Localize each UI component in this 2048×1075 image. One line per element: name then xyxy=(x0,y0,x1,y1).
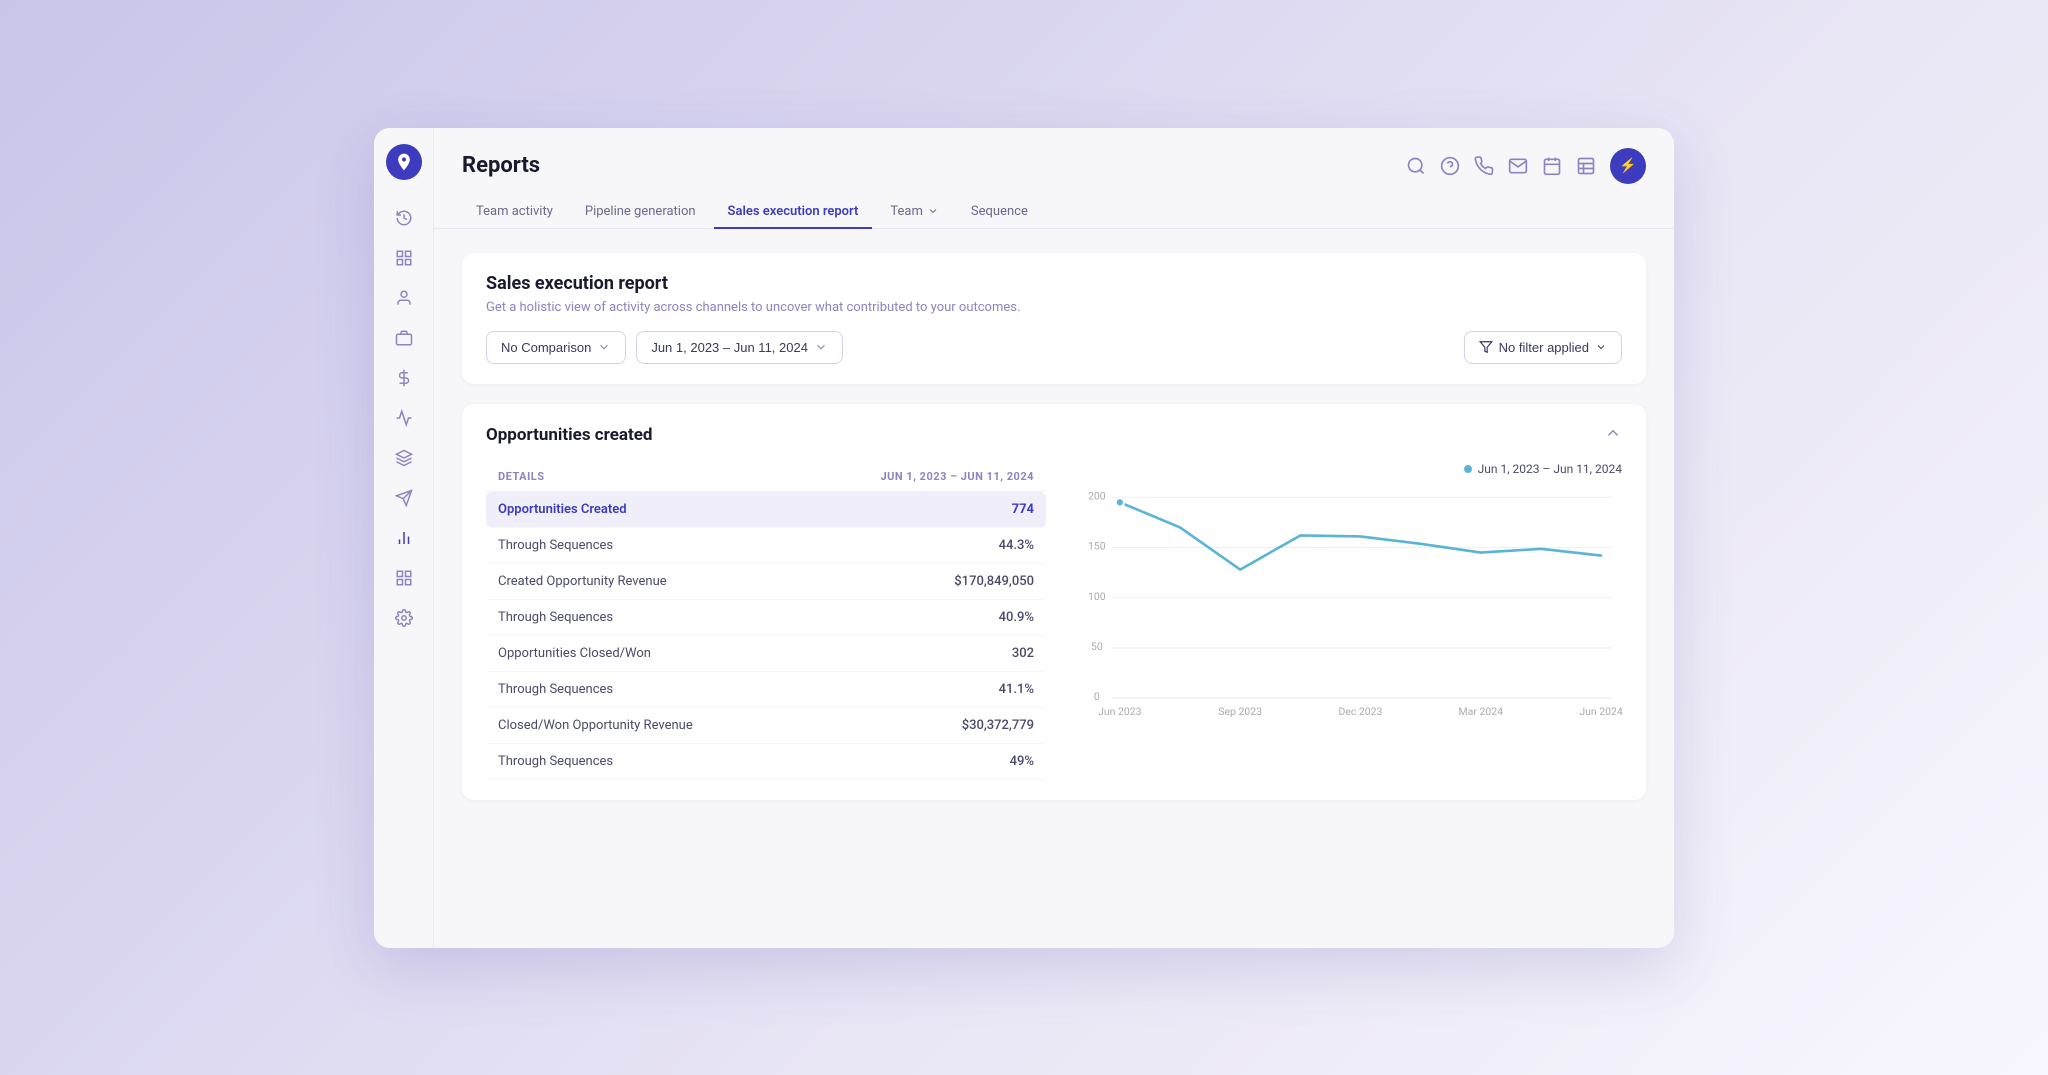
section-body: DETAILS Jun 1, 2023 – Jun 11, 2024 Oppor… xyxy=(486,462,1622,780)
filter-icon xyxy=(1479,340,1493,354)
col-details-label: DETAILS xyxy=(498,470,545,483)
sidebar-item-chart-line[interactable] xyxy=(386,400,422,436)
date-filter-button[interactable]: Jun 1, 2023 – Jun 11, 2024 xyxy=(636,331,843,364)
svg-text:Mar 2024: Mar 2024 xyxy=(1459,704,1504,717)
row-label: Through Sequences xyxy=(498,754,613,769)
row-value: 49% xyxy=(1010,754,1034,769)
legend-label: Jun 1, 2023 – Jun 11, 2024 xyxy=(1478,462,1622,476)
svg-text:200: 200 xyxy=(1088,489,1106,502)
table-row: Opportunities Closed/Won 302 xyxy=(486,636,1046,672)
row-label: Opportunities Created xyxy=(498,502,627,517)
row-value: 44.3% xyxy=(999,538,1034,553)
comparison-filter-button[interactable]: No Comparison xyxy=(486,331,626,364)
main-content: Reports ⚡ xyxy=(434,128,1674,948)
opportunities-title: Opportunities created xyxy=(486,425,652,445)
sidebar-item-briefcase[interactable] xyxy=(386,320,422,356)
row-value: 774 xyxy=(1012,502,1034,517)
sidebar-item-layers[interactable] xyxy=(386,440,422,476)
row-label: Through Sequences xyxy=(498,610,613,625)
table-row: Closed/Won Opportunity Revenue $30,372,7… xyxy=(486,708,1046,744)
chevron-down-icon xyxy=(814,340,828,354)
svg-text:Sep 2023: Sep 2023 xyxy=(1218,704,1262,717)
col-date-label: Jun 1, 2023 – Jun 11, 2024 xyxy=(881,470,1035,483)
calendar-icon[interactable] xyxy=(1542,156,1562,176)
row-label: Opportunities Closed/Won xyxy=(498,646,651,661)
table-header: DETAILS Jun 1, 2023 – Jun 11, 2024 xyxy=(486,462,1046,492)
tab-bar: Team activity Pipeline generation Sales … xyxy=(434,184,1674,229)
date-filter-label: Jun 1, 2023 – Jun 11, 2024 xyxy=(651,340,808,355)
sidebar xyxy=(374,128,434,948)
app-logo[interactable] xyxy=(386,144,422,180)
svg-text:50: 50 xyxy=(1091,640,1103,653)
row-value: $170,849,050 xyxy=(954,574,1034,589)
section-header: Opportunities created xyxy=(486,424,1622,446)
row-value: $30,372,779 xyxy=(962,718,1034,733)
chart-legend: Jun 1, 2023 – Jun 11, 2024 xyxy=(1078,462,1622,476)
legend-dot xyxy=(1464,465,1472,473)
svg-text:100: 100 xyxy=(1088,589,1106,602)
applied-filter-button[interactable]: No filter applied xyxy=(1464,331,1622,364)
report-card-title: Sales execution report xyxy=(486,273,1622,294)
opportunities-section: Opportunities created DETAILS Jun 1, 202… xyxy=(462,404,1646,800)
svg-text:Jun 2023: Jun 2023 xyxy=(1098,704,1142,717)
chart-container: 200 150 100 50 0 xyxy=(1078,484,1622,724)
row-value: 40.9% xyxy=(999,610,1034,625)
page-title: Reports xyxy=(462,153,540,178)
table-row: Through Sequences 44.3% xyxy=(486,528,1046,564)
svg-text:Jun 2024: Jun 2024 xyxy=(1579,704,1623,717)
row-value: 41.1% xyxy=(999,682,1034,697)
svg-text:Dec 2023: Dec 2023 xyxy=(1338,704,1382,717)
report-header-card: Sales execution report Get a holistic vi… xyxy=(462,253,1646,384)
sidebar-item-bar-chart[interactable] xyxy=(386,520,422,556)
table-row: Through Sequences 49% xyxy=(486,744,1046,780)
comparison-filter-label: No Comparison xyxy=(501,340,591,355)
collapse-button[interactable] xyxy=(1604,424,1622,446)
filter-left-group: No Comparison Jun 1, 2023 – Jun 11, 2024 xyxy=(486,331,843,364)
chevron-down-icon xyxy=(927,205,939,217)
tab-team-activity[interactable]: Team activity xyxy=(462,196,567,229)
sidebar-item-history[interactable] xyxy=(386,200,422,236)
table-row[interactable]: Opportunities Created 774 xyxy=(486,492,1046,528)
sidebar-item-send[interactable] xyxy=(386,480,422,516)
content-area: Sales execution report Get a holistic vi… xyxy=(434,229,1674,948)
chevron-down-icon xyxy=(597,340,611,354)
row-value: 302 xyxy=(1012,646,1034,661)
svg-text:150: 150 xyxy=(1088,539,1106,552)
opportunities-table: DETAILS Jun 1, 2023 – Jun 11, 2024 Oppor… xyxy=(486,462,1046,780)
tab-sequence[interactable]: Sequence xyxy=(957,196,1042,229)
table-icon[interactable] xyxy=(1576,156,1596,176)
mail-icon[interactable] xyxy=(1508,156,1528,176)
filter-row: No Comparison Jun 1, 2023 – Jun 11, 2024… xyxy=(486,331,1622,364)
tab-pipeline-generation[interactable]: Pipeline generation xyxy=(571,196,710,229)
row-label: Closed/Won Opportunity Revenue xyxy=(498,718,693,733)
search-icon[interactable] xyxy=(1406,156,1426,176)
table-row: Created Opportunity Revenue $170,849,050 xyxy=(486,564,1046,600)
row-label: Through Sequences xyxy=(498,682,613,697)
user-avatar[interactable]: ⚡ xyxy=(1610,148,1646,184)
row-label: Through Sequences xyxy=(498,538,613,553)
phone-icon[interactable] xyxy=(1474,156,1494,176)
svg-text:0: 0 xyxy=(1094,690,1100,703)
table-row: Through Sequences 40.9% xyxy=(486,600,1046,636)
header: Reports ⚡ xyxy=(434,128,1674,184)
sidebar-item-user[interactable] xyxy=(386,280,422,316)
chart-area: Jun 1, 2023 – Jun 11, 2024 200 150 100 5… xyxy=(1078,462,1622,780)
report-description: Get a holistic view of activity across c… xyxy=(486,300,1622,315)
sidebar-item-grid[interactable] xyxy=(386,560,422,596)
chevron-down-icon xyxy=(1595,341,1607,353)
header-icons: ⚡ xyxy=(1406,148,1646,184)
sidebar-item-dollar[interactable] xyxy=(386,360,422,396)
row-label: Created Opportunity Revenue xyxy=(498,574,667,589)
table-row: Through Sequences 41.1% xyxy=(486,672,1046,708)
line-chart: 200 150 100 50 0 xyxy=(1078,484,1622,724)
sidebar-item-settings[interactable] xyxy=(386,600,422,636)
help-icon[interactable] xyxy=(1440,156,1460,176)
tab-sales-execution-report[interactable]: Sales execution report xyxy=(714,196,873,229)
no-filter-label: No filter applied xyxy=(1499,340,1589,355)
sidebar-item-layout[interactable] xyxy=(386,240,422,276)
tab-team[interactable]: Team xyxy=(876,196,953,229)
